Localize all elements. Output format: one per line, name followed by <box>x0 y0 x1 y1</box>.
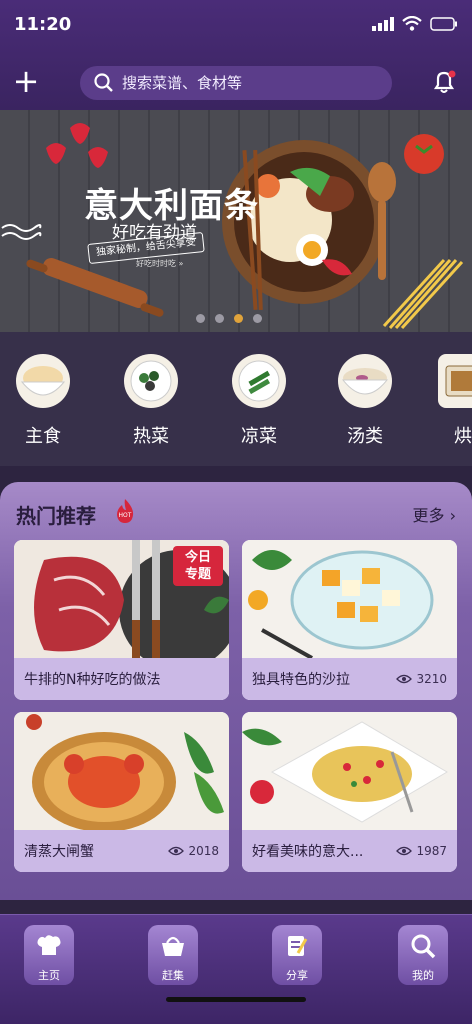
card-title: 清蒸大闸蟹 <box>24 844 94 860</box>
hot-recommend-panel: 热门推荐 HOT 更多 › 今日 专题 牛排的N种好吃的做法 独具特色的沙拉 3… <box>0 482 472 900</box>
ribbon-line: 专题 <box>184 567 211 582</box>
recipe-card[interactable]: 独具特色的沙拉 3210 <box>242 540 457 700</box>
status-icons <box>372 16 458 31</box>
card-title: 牛排的N种好吃的做法 <box>24 672 161 688</box>
chevron-right-icon: › <box>449 506 456 525</box>
view-count-value: 1987 <box>416 844 447 858</box>
card-title: 独具特色的沙拉 <box>252 672 350 688</box>
add-button[interactable]: + <box>10 65 42 98</box>
view-count-value: 3210 <box>416 672 447 686</box>
carousel-dots <box>196 314 262 323</box>
view-count: 2018 <box>168 844 219 858</box>
card-footer: 牛排的N种好吃的做法 <box>14 658 229 700</box>
crab-image <box>14 712 229 830</box>
category-row: 主食 热菜 凉菜 汤类 烘 <box>0 332 472 466</box>
basket-icon <box>162 936 184 956</box>
category-label: 热菜 <box>133 426 169 447</box>
carousel-dot[interactable] <box>253 314 262 323</box>
section-title: 热门推荐 <box>16 504 96 528</box>
carousel-dot[interactable] <box>215 314 224 323</box>
notification-bell-icon[interactable] <box>430 68 458 96</box>
more-link[interactable]: 更多 › <box>412 502 456 526</box>
more-label: 更多 <box>412 506 445 525</box>
tab-label: 我的 <box>412 969 434 982</box>
category-label: 汤类 <box>347 426 383 447</box>
salad-image <box>242 540 457 658</box>
ribbon-line: 今日 <box>184 550 211 565</box>
card-footer: 独具特色的沙拉 3210 <box>242 658 457 700</box>
view-count: 1987 <box>396 844 447 858</box>
tab-label: 分享 <box>286 969 308 982</box>
oven-icon <box>438 354 472 408</box>
home-indicator <box>166 997 306 1002</box>
eye-icon <box>396 846 413 856</box>
recipe-card[interactable]: 清蒸大闸蟹 2018 <box>14 712 229 872</box>
pasta-image <box>242 712 457 830</box>
carousel-dot-active[interactable] <box>234 314 243 323</box>
banner-note: 好吃时时吃 » <box>136 259 184 268</box>
search-icon <box>94 73 113 92</box>
chef-hat-icon <box>37 935 61 955</box>
category-label: 主食 <box>25 426 61 447</box>
search-bar[interactable] <box>80 66 392 100</box>
recipe-card[interactable]: 好看美味的意大... 1987 <box>242 712 457 872</box>
card-footer: 好看美味的意大... 1987 <box>242 830 457 872</box>
notepad-pencil-icon <box>288 936 308 956</box>
carousel-dot[interactable] <box>196 314 205 323</box>
search-input[interactable] <box>122 74 382 92</box>
cold-dish-icon <box>232 354 286 408</box>
category-cold-dish[interactable]: 凉菜 <box>224 354 294 448</box>
hot-flame-icon: HOT <box>117 499 134 523</box>
category-label: 烘 <box>454 426 472 447</box>
card-footer: 清蒸大闸蟹 2018 <box>14 830 229 872</box>
svg-text:HOT: HOT <box>119 512 132 519</box>
card-title: 好看美味的意大... <box>252 844 364 860</box>
tab-share[interactable]: 分享 <box>272 925 322 985</box>
wifi-icon <box>402 16 422 31</box>
signal-icon <box>372 16 394 31</box>
today-topic-ribbon: 今日 专题 <box>173 546 223 586</box>
top-bar: 11:20 + <box>0 0 472 110</box>
bottom-tab-bar: 主页 赶集 分享 我的 <box>0 914 472 1024</box>
soup-bowl-icon <box>338 354 392 408</box>
eye-icon <box>396 674 413 684</box>
view-count: 3210 <box>396 672 447 686</box>
promo-banner[interactable]: 意大利面条 好吃有劲道 独家秘制，给舌尖享受 好吃时时吃 » <box>0 110 472 332</box>
tab-home[interactable]: 主页 <box>24 925 74 985</box>
eye-icon <box>168 846 185 856</box>
recipe-card[interactable]: 今日 专题 牛排的N种好吃的做法 <box>14 540 229 700</box>
category-soup[interactable]: 汤类 <box>330 354 400 448</box>
tab-label: 主页 <box>38 969 60 982</box>
category-staple[interactable]: 主食 <box>8 354 78 448</box>
battery-icon <box>430 16 457 31</box>
tab-market[interactable]: 赶集 <box>148 925 198 985</box>
magnifier-icon <box>411 934 436 959</box>
status-time: 11:20 <box>14 14 72 35</box>
tab-mine[interactable]: 我的 <box>398 925 448 985</box>
tab-label: 赶集 <box>162 969 184 982</box>
rice-bowl-icon <box>16 354 70 408</box>
category-hot-dish[interactable]: 热菜 <box>116 354 186 448</box>
view-count-value: 2018 <box>188 844 219 858</box>
hot-dish-icon <box>124 354 178 408</box>
category-label: 凉菜 <box>241 426 277 447</box>
category-bake[interactable]: 烘 <box>438 354 472 448</box>
